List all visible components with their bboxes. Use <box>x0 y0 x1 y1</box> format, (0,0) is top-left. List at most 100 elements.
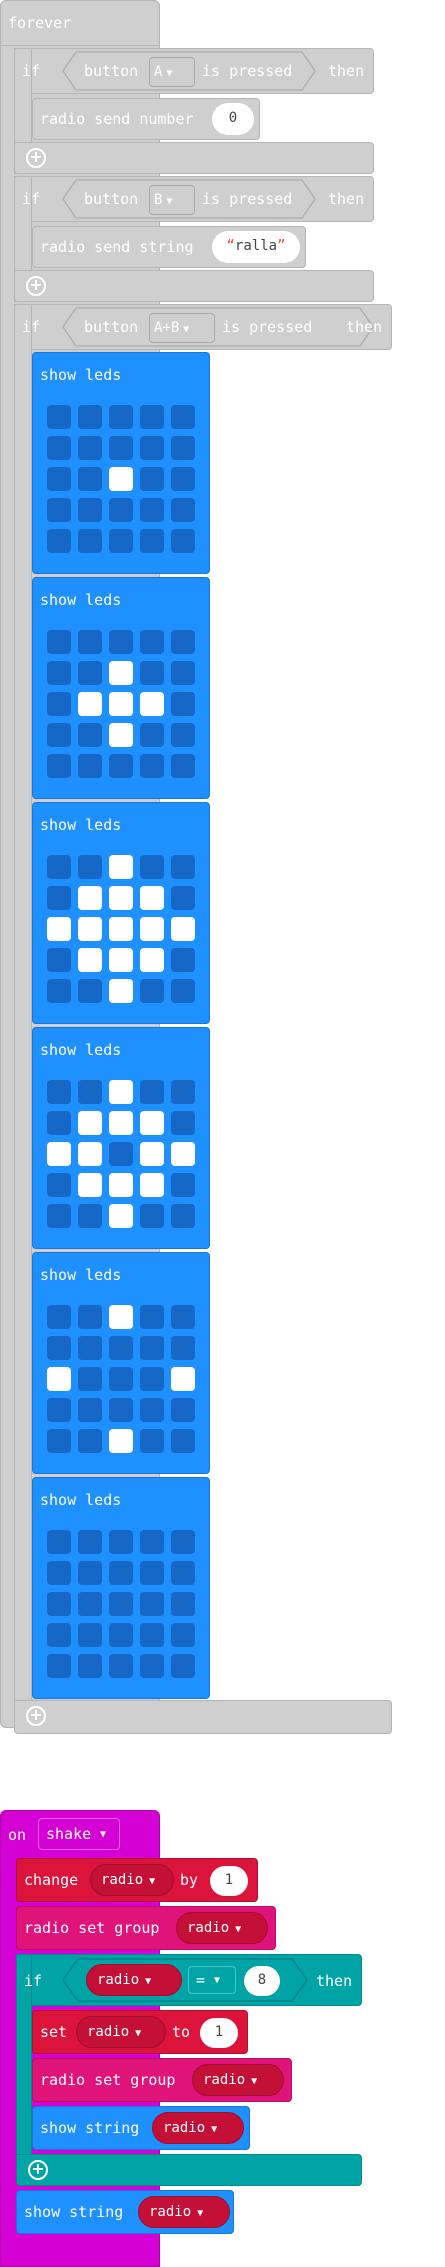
led-off[interactable] <box>78 467 102 491</box>
led-off[interactable] <box>140 1367 164 1391</box>
led-on[interactable] <box>47 917 71 941</box>
cond-value[interactable]: 8 <box>244 1966 280 1996</box>
led-on[interactable] <box>109 692 133 716</box>
led-off[interactable] <box>47 661 71 685</box>
led-off[interactable] <box>47 1429 71 1453</box>
led-off[interactable] <box>78 529 102 553</box>
led-on[interactable] <box>140 1142 164 1166</box>
led-off[interactable] <box>78 1623 102 1647</box>
led-off[interactable] <box>171 529 195 553</box>
led-on[interactable] <box>171 1142 195 1166</box>
set-value[interactable]: 1 <box>200 2018 238 2048</box>
led-off[interactable] <box>140 1561 164 1585</box>
led-off[interactable] <box>47 436 71 460</box>
led-off[interactable] <box>171 1623 195 1647</box>
led-off[interactable] <box>78 855 102 879</box>
led-on[interactable] <box>140 917 164 941</box>
led-off[interactable] <box>140 1654 164 1678</box>
outer-show-string-var[interactable]: radio ▼ <box>138 2196 230 2228</box>
led-off[interactable] <box>47 886 71 910</box>
led-off[interactable] <box>47 948 71 972</box>
led-off[interactable] <box>140 1623 164 1647</box>
led-off[interactable] <box>47 467 71 491</box>
led-off[interactable] <box>78 1204 102 1228</box>
led-off[interactable] <box>140 754 164 778</box>
led-off[interactable] <box>109 1336 133 1360</box>
led-off[interactable] <box>140 529 164 553</box>
led-off[interactable] <box>171 886 195 910</box>
led-off[interactable] <box>171 754 195 778</box>
led-off[interactable] <box>47 692 71 716</box>
led-on[interactable] <box>78 1142 102 1166</box>
add-else-icon-b[interactable]: + <box>26 276 46 296</box>
led-off[interactable] <box>47 1111 71 1135</box>
add-else-icon-a[interactable]: + <box>26 148 46 168</box>
led-off[interactable] <box>47 405 71 429</box>
led-off[interactable] <box>78 436 102 460</box>
led-off[interactable] <box>140 1080 164 1104</box>
led-off[interactable] <box>140 405 164 429</box>
led-on[interactable] <box>109 1429 133 1453</box>
led-on[interactable] <box>109 723 133 747</box>
led-off[interactable] <box>47 723 71 747</box>
led-off[interactable] <box>109 1561 133 1585</box>
led-off[interactable] <box>171 723 195 747</box>
led-off[interactable] <box>140 1592 164 1616</box>
led-off[interactable] <box>109 1592 133 1616</box>
led-off[interactable] <box>140 436 164 460</box>
led-on[interactable] <box>140 886 164 910</box>
led-off[interactable] <box>109 1654 133 1678</box>
led-off[interactable] <box>171 1530 195 1554</box>
led-off[interactable] <box>78 630 102 654</box>
led-off[interactable] <box>171 405 195 429</box>
led-on[interactable] <box>140 948 164 972</box>
led-off[interactable] <box>171 979 195 1003</box>
led-off[interactable] <box>78 979 102 1003</box>
change-var-dropdown[interactable]: radio ▼ <box>90 1864 174 1896</box>
add-else-icon-radio[interactable]: + <box>28 2160 48 2180</box>
led-off[interactable] <box>171 1111 195 1135</box>
led-on[interactable] <box>78 917 102 941</box>
led-off[interactable] <box>78 661 102 685</box>
led-off[interactable] <box>140 855 164 879</box>
set-var-dropdown[interactable]: radio ▼ <box>76 2016 166 2048</box>
led-off[interactable] <box>171 1592 195 1616</box>
led-on[interactable] <box>171 917 195 941</box>
led-off[interactable] <box>171 1429 195 1453</box>
led-off[interactable] <box>78 1429 102 1453</box>
led-off[interactable] <box>171 1561 195 1585</box>
led-off[interactable] <box>47 1592 71 1616</box>
button-dropdown-ab[interactable]: A+B ▼ <box>149 313 215 343</box>
number-value-0[interactable]: 0 <box>212 103 254 135</box>
led-on[interactable] <box>140 1111 164 1135</box>
led-off[interactable] <box>47 1204 71 1228</box>
led-off[interactable] <box>47 754 71 778</box>
button-dropdown-a[interactable]: A ▼ <box>149 57 195 87</box>
led-off[interactable] <box>140 467 164 491</box>
led-off[interactable] <box>47 1530 71 1554</box>
led-off[interactable] <box>109 1367 133 1391</box>
led-off[interactable] <box>78 498 102 522</box>
led-off[interactable] <box>47 630 71 654</box>
led-on[interactable] <box>109 1305 133 1329</box>
led-off[interactable] <box>109 1623 133 1647</box>
led-off[interactable] <box>47 1398 71 1422</box>
led-off[interactable] <box>140 1398 164 1422</box>
led-off[interactable] <box>78 405 102 429</box>
led-on[interactable] <box>47 1367 71 1391</box>
led-off[interactable] <box>78 723 102 747</box>
led-off[interactable] <box>47 498 71 522</box>
led-on[interactable] <box>109 1080 133 1104</box>
led-off[interactable] <box>140 1336 164 1360</box>
led-off[interactable] <box>78 1654 102 1678</box>
led-off[interactable] <box>171 1398 195 1422</box>
led-off[interactable] <box>171 1204 195 1228</box>
led-off[interactable] <box>78 754 102 778</box>
led-off[interactable] <box>140 630 164 654</box>
led-off[interactable] <box>140 1305 164 1329</box>
led-off[interactable] <box>47 1654 71 1678</box>
led-on[interactable] <box>109 1111 133 1135</box>
led-on[interactable] <box>109 467 133 491</box>
led-off[interactable] <box>47 1623 71 1647</box>
button-dropdown-b[interactable]: B ▼ <box>149 185 195 215</box>
